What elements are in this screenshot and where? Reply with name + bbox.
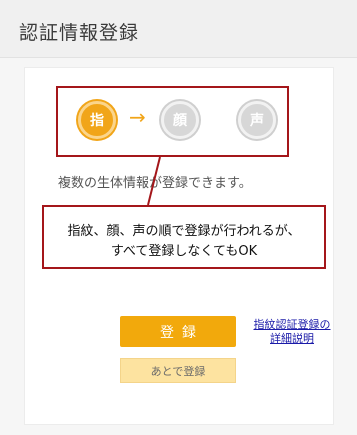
steps-callout-box: [56, 86, 289, 157]
page-title: 認証情報登録: [19, 22, 140, 44]
note-callout-box: 指紋、顔、声の順で登録が行われるが、 すべて登録しなくてもOK: [42, 205, 326, 269]
info-text: 複数の生体情報が登録できます。: [58, 176, 252, 191]
note-line-2: すべて登録しなくてもOK: [110, 244, 258, 259]
note-line-1: 指紋、顔、声の順で登録が行われるが、: [67, 224, 301, 239]
register-button[interactable]: 登録: [120, 316, 236, 347]
detail-link-line-2: 詳細説明: [270, 332, 314, 345]
detail-link-line-1: 指紋認証登録の: [253, 318, 331, 331]
header-bar: 認証情報登録: [0, 0, 357, 58]
register-later-button[interactable]: あとで登録: [120, 358, 236, 383]
fingerprint-detail-link[interactable]: 指紋認証登録の 詳細説明: [247, 318, 337, 346]
